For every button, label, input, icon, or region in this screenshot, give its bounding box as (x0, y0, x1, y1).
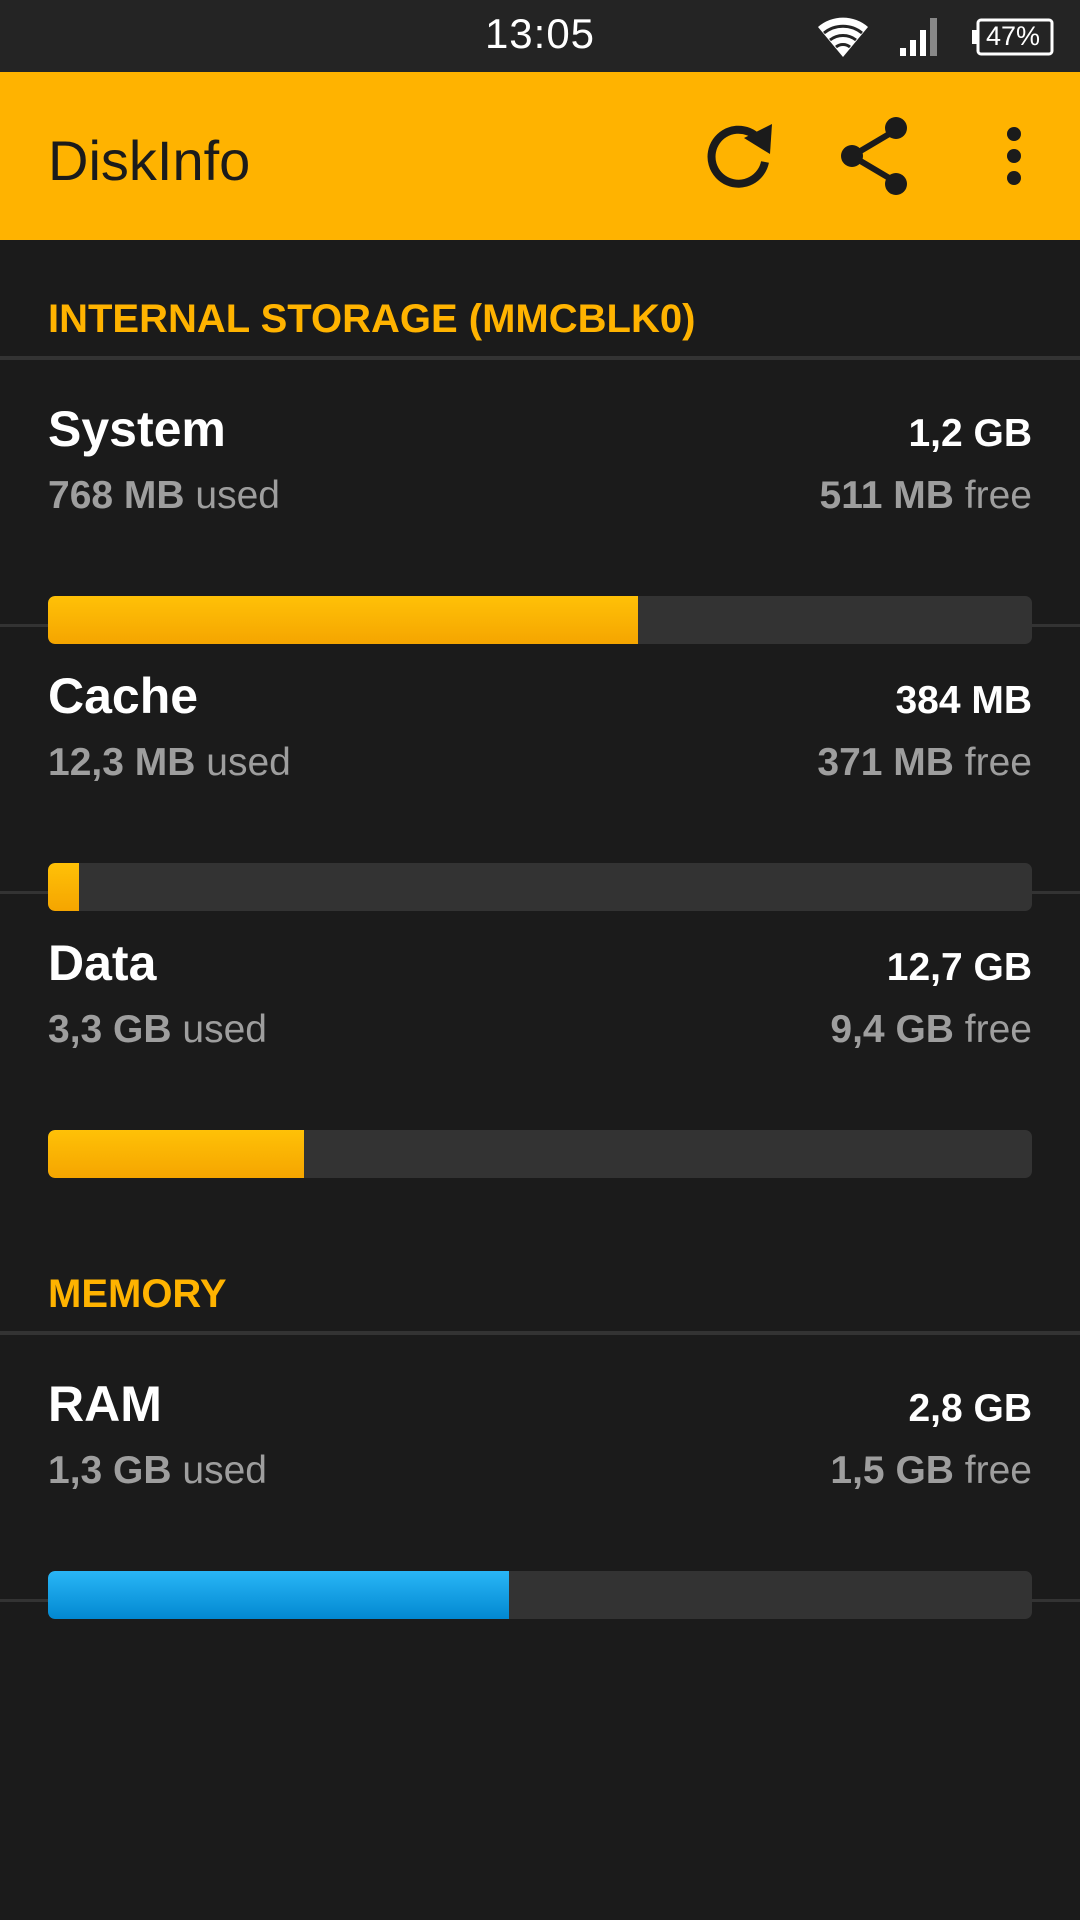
used-label: used (195, 474, 280, 517)
free-label: free (964, 741, 1032, 784)
usage-bar-fill (48, 1130, 304, 1178)
used-value: 768 MB (48, 474, 185, 517)
used-value: 3,3 GB (48, 1008, 172, 1051)
item-free: 9,4 GB free (830, 1008, 1032, 1052)
more-vert-icon (1004, 126, 1024, 191)
status-icons: 47% (814, 12, 1054, 62)
usage-bar-track (48, 1571, 1032, 1619)
free-value: 9,4 GB (830, 1008, 954, 1051)
item-used: 768 MB used (48, 474, 280, 518)
item-name: Data (48, 935, 157, 991)
free-value: 1,5 GB (830, 1449, 954, 1492)
free-value: 511 MB (819, 474, 954, 517)
usage-bar-track (48, 1130, 1032, 1178)
section-header-memory: MEMORY (0, 1191, 1080, 1331)
storage-item-system[interactable]: System 1,2 GB 768 MB used 511 MB free (0, 360, 1080, 644)
status-bar: 13:05 47% (0, 0, 1080, 72)
free-label: free (964, 1008, 1032, 1051)
refresh-icon (698, 116, 778, 201)
item-used: 3,3 GB used (48, 1008, 267, 1052)
section-title: INTERNAL STORAGE (MMCBLK0) (48, 297, 696, 341)
free-label: free (964, 474, 1032, 517)
item-name: RAM (48, 1376, 162, 1432)
storage-item-data[interactable]: Data 12,7 GB 3,3 GB used 9,4 GB free (0, 894, 1080, 1178)
used-label: used (182, 1449, 267, 1492)
item-used: 12,3 MB used (48, 741, 291, 785)
used-label: used (182, 1008, 267, 1051)
battery-icon: 47% (970, 18, 1054, 56)
item-total: 2,8 GB (908, 1387, 1032, 1430)
content: INTERNAL STORAGE (MMCBLK0) System 1,2 GB… (0, 240, 1080, 1619)
item-free: 371 MB free (817, 741, 1032, 785)
item-total: 12,7 GB (886, 946, 1032, 989)
used-value: 1,3 GB (48, 1449, 172, 1492)
item-free: 511 MB free (820, 474, 1032, 518)
overflow-menu-button[interactable] (966, 110, 1062, 206)
battery-percent: 47% (985, 21, 1041, 51)
item-name: System (48, 401, 226, 457)
storage-item-cache[interactable]: Cache 384 MB 12,3 MB used 371 MB free (0, 627, 1080, 911)
app-title: DiskInfo (48, 129, 251, 192)
refresh-button[interactable] (690, 110, 786, 206)
section-title: MEMORY (48, 1272, 227, 1316)
wifi-icon (814, 11, 872, 64)
item-free: 1,5 GB free (830, 1449, 1032, 1493)
section-header-internal-storage: INTERNAL STORAGE (MMCBLK0) (0, 240, 1080, 356)
cell-signal-icon (898, 12, 944, 63)
share-icon (836, 114, 916, 203)
free-label: free (964, 1449, 1032, 1492)
app-bar: DiskInfo (0, 72, 1080, 240)
memory-item-ram[interactable]: RAM 2,8 GB 1,3 GB used 1,5 GB free (0, 1335, 1080, 1619)
item-total: 1,2 GB (908, 412, 1032, 455)
used-label: used (206, 741, 291, 784)
free-value: 371 MB (817, 741, 954, 784)
used-value: 12,3 MB (48, 741, 196, 784)
item-used: 1,3 GB used (48, 1449, 267, 1493)
usage-bar-fill (48, 1571, 509, 1619)
item-total: 384 MB (895, 679, 1032, 722)
share-button[interactable] (828, 110, 924, 206)
item-name: Cache (48, 668, 199, 724)
